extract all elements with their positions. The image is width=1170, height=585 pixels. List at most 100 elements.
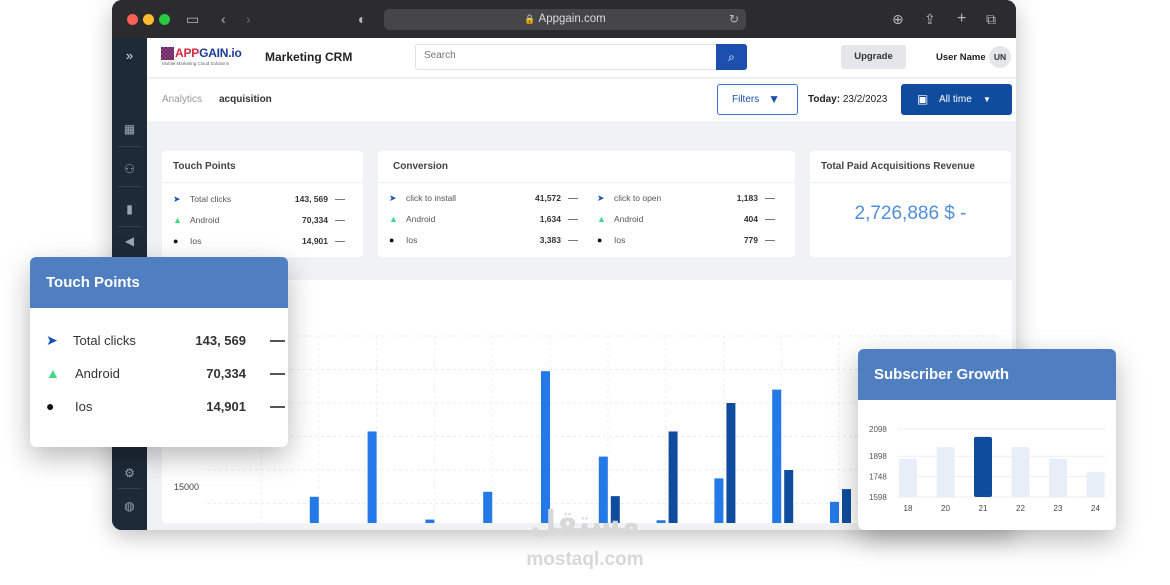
popup-row-total-clicks: ➤ Total clicks 143, 569 [46, 332, 286, 350]
row-label: Ios [190, 236, 202, 246]
search-input[interactable] [424, 50, 744, 61]
reload-icon[interactable]: ↻ [729, 9, 739, 30]
bar-series-2 [784, 470, 794, 523]
row-label: Ios [406, 235, 418, 245]
user-name[interactable]: User Name [936, 52, 986, 63]
megaphone-icon[interactable]: ◀ [112, 234, 147, 248]
row-label: Total clicks [73, 333, 136, 348]
today-value: 23/2/2023 [842, 94, 888, 105]
row-label: Android [406, 214, 436, 224]
row-label: Ios [75, 399, 93, 414]
search-box: ⌕ [415, 44, 747, 70]
cursor-icon: ➤ [389, 193, 397, 203]
android-icon: ▲ [173, 215, 182, 225]
globe-icon[interactable]: ◍ [112, 499, 147, 513]
logo-mark [161, 47, 174, 60]
time-range-dropdown[interactable]: ▣ All time ▼ [901, 84, 1012, 115]
bar-series-1 [830, 501, 839, 523]
users-icon[interactable]: ⚇ [112, 162, 147, 176]
bar-series-2 [842, 489, 851, 523]
address-bar[interactable]: 🔒 Appgain.com ↻ [384, 9, 746, 30]
row-value: 143, 569 [195, 333, 246, 348]
breadcrumb-acquisition: acquisition [219, 94, 272, 105]
row-value: 404 [743, 214, 758, 224]
logo-suffix: GAIN.io [199, 46, 242, 60]
sidebar-toggle-icon[interactable]: ▭ [186, 10, 199, 28]
android-icon: ▲ [389, 214, 398, 224]
filter-icon: ▼ [768, 92, 780, 106]
rail-divider [118, 488, 141, 489]
row-label: Total clicks [190, 194, 232, 204]
time-range-label: All time [939, 94, 972, 105]
today-date: Today: 23/2/2023 [808, 94, 887, 105]
app-title: Marketing CRM [265, 50, 353, 64]
row-label: Ios [614, 235, 626, 245]
popup-row-ios: ● Ios 14,901 [46, 398, 286, 416]
rail-divider [118, 186, 141, 187]
row-dash [270, 373, 285, 375]
calendar-icon: ▣ [917, 92, 929, 106]
row-label: click to open [614, 193, 662, 203]
forward-icon[interactable]: › [246, 10, 251, 28]
back-icon[interactable]: ‹ [221, 10, 226, 28]
apple-icon: ● [389, 235, 395, 245]
touch-points-card: Touch Points ➤ Total clicks 143, 569 ▲ A… [162, 151, 363, 257]
today-label: Today: [808, 94, 841, 105]
subscriber-growth-title: Subscriber Growth [858, 349, 1116, 400]
watermark-arabic: مستقل [530, 505, 640, 540]
row-value: 41,572 [535, 193, 561, 203]
row-dash [270, 340, 285, 342]
close-window-button[interactable] [127, 14, 138, 25]
conversion-title: Conversion [378, 151, 795, 183]
bar-series-1 [714, 478, 724, 523]
row-dash [765, 240, 775, 241]
row-value: 14,901 [206, 399, 246, 414]
top-bar: APPGAIN.io Mobile Marketing Cloud Soluti… [147, 38, 1016, 78]
y-tick-label: 15000 [174, 482, 199, 492]
appgain-logo[interactable]: APPGAIN.io Mobile Marketing Cloud Soluti… [161, 46, 242, 70]
download-icon[interactable]: ⊕ [892, 10, 904, 28]
popup-row-android: ▲ Android 70,334 [46, 365, 286, 383]
row-label: Android [75, 366, 120, 381]
search-button[interactable]: ⌕ [716, 44, 747, 70]
y-tick-label: 1898 [869, 452, 887, 461]
upgrade-button[interactable]: Upgrade [841, 45, 906, 69]
settings-icon[interactable]: ⚙ [112, 466, 147, 480]
subscriber-bar [974, 436, 992, 497]
row-value: 143, 569 [294, 194, 328, 204]
row-value: 70,334 [206, 366, 246, 381]
dashboard-icon[interactable]: ▦ [112, 122, 147, 136]
row-value: 1,183 [736, 193, 758, 203]
row-dash [568, 198, 578, 199]
subscriber-bar [1049, 458, 1067, 497]
filters-button[interactable]: Filters ▼ [717, 84, 798, 115]
row-dash [568, 240, 578, 241]
share-icon[interactable]: ⇪ [924, 10, 936, 28]
x-tick-label: 18 [904, 504, 913, 513]
x-tick-label: 21 [979, 504, 988, 513]
revenue-value: 2,726,886 $ - [854, 203, 967, 224]
breadcrumb-analytics[interactable]: Analytics [162, 94, 202, 105]
row-dash [335, 199, 345, 200]
tab-overview-icon[interactable]: ⧉ [986, 10, 996, 28]
revenue-title: Total Paid Acquisitions Revenue [810, 151, 1011, 183]
minimize-window-button[interactable] [143, 14, 154, 25]
logo-tagline: Mobile Marketing Cloud Solutions [162, 61, 230, 66]
row-dash [765, 219, 775, 220]
subscriber-growth-chart: 1598 1748 1898 2098 18 20 21 22 23 24 [869, 425, 1106, 513]
touch-points-popup-title: Touch Points [30, 257, 288, 308]
expand-icon[interactable]: » [112, 49, 147, 63]
lock-icon: 🔒 [524, 14, 536, 24]
search-icon: ⌕ [728, 50, 735, 64]
new-tab-icon[interactable]: + [957, 10, 966, 28]
avatar[interactable]: UN [989, 46, 1011, 68]
cursor-icon: ➤ [173, 194, 181, 204]
bar-series-1 [425, 519, 435, 523]
shield-icon[interactable]: ◐ [358, 10, 366, 28]
row-value: 1,634 [539, 214, 561, 224]
maximize-window-button[interactable] [159, 14, 170, 25]
conversion-card: Conversion ➤ click to install 41,572 ▲ A… [378, 151, 795, 257]
analytics-icon[interactable]: ▮ [112, 202, 147, 216]
y-tick-label: 1748 [869, 473, 887, 482]
subscriber-growth-card: Subscriber Growth 1598 1748 1898 2098 18 20 21… [858, 349, 1116, 530]
